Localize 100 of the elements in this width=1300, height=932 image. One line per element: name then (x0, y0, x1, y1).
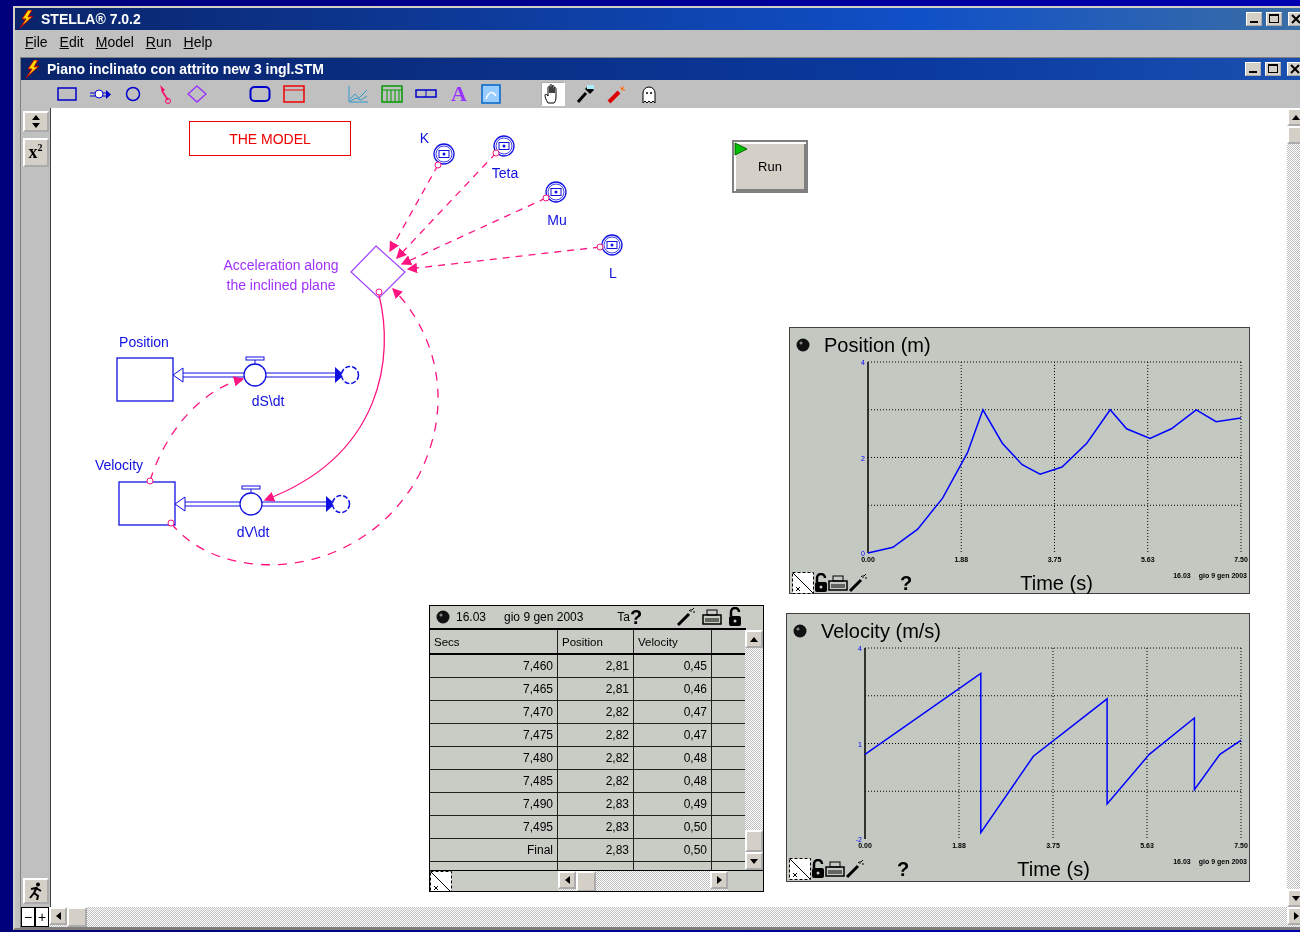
scroll-thumb[interactable] (67, 907, 87, 927)
up-arrow-icon (31, 115, 40, 120)
menu-item[interactable]: Run (139, 34, 178, 50)
connector-end-dot (375, 288, 383, 296)
document-title: Piano inclinato con attrito new 3 ingl.STM (47, 61, 324, 77)
table-cell: 2,81 (558, 678, 634, 700)
table-cell: 7,480 (430, 747, 558, 769)
scroll-up-button[interactable] (1287, 108, 1300, 126)
date-text: gio 9 gen 2003 (504, 610, 584, 624)
left-arrow-icon (55, 912, 61, 920)
math-button[interactable]: x$^{2}$ (22, 138, 49, 167)
run-mode-button[interactable] (22, 878, 49, 904)
scroll-right-button[interactable] (710, 871, 728, 889)
scroll-down-button[interactable] (745, 852, 763, 870)
brush-icon (575, 84, 595, 104)
table-cell: 2,83 (558, 793, 634, 815)
help-button[interactable]: ? (629, 606, 643, 629)
converter-label: L (609, 265, 617, 281)
close-button[interactable] (1288, 12, 1300, 26)
scroll-thumb[interactable] (745, 830, 763, 852)
table-cell: 0,45 (634, 655, 712, 677)
table-icon (381, 85, 403, 103)
scroll-thumb[interactable] (1287, 126, 1300, 144)
menu-item[interactable]: File (19, 34, 54, 50)
left-arrow-icon (564, 876, 570, 884)
scroll-up-button[interactable] (745, 630, 763, 648)
stock-box[interactable] (118, 481, 176, 526)
rounded-rectangle-icon (249, 85, 271, 103)
help-button[interactable]: ? (897, 857, 910, 881)
column-header: Velocity (634, 630, 712, 653)
maximize-icon (1269, 14, 1279, 24)
converter-node[interactable] (601, 234, 623, 256)
table-cell: 0,50 (634, 816, 712, 838)
right-arrow-icon (1293, 912, 1299, 920)
scroll-left-button[interactable] (558, 871, 576, 889)
table-title: Ta (617, 610, 630, 624)
flow-pipe-drawing[interactable] (174, 485, 335, 516)
table-cell: 0,50 (634, 839, 712, 861)
chart-title: Position (m) (824, 333, 931, 357)
up-arrow-icon (1292, 114, 1300, 120)
connector-end-dot (596, 243, 604, 251)
auxiliary-label: Acceleration along the inclined plane (223, 257, 339, 293)
maximize-button[interactable] (1266, 12, 1282, 26)
flow-pipe-drawing[interactable] (172, 356, 344, 387)
decision-tool-button[interactable] (185, 82, 209, 106)
app-title: STELLA® 7.0.2 (41, 11, 141, 27)
horizontal-scrollbar[interactable] (558, 871, 728, 891)
table-cell: 2,82 (558, 747, 634, 769)
vertical-scrollbar[interactable] (1287, 108, 1300, 907)
table-cell: Final (430, 839, 558, 861)
model-title: THE MODEL (189, 121, 351, 156)
picture-icon (481, 84, 501, 104)
run-button[interactable]: Run (732, 140, 808, 193)
printer-icon (825, 861, 845, 877)
converter-node[interactable] (433, 143, 455, 165)
slider-icon (415, 89, 437, 99)
diamond-icon (187, 85, 207, 103)
zoom-out-button[interactable]: − (21, 907, 35, 927)
table-cell: 7,465 (430, 678, 558, 700)
minimize-button[interactable] (1246, 12, 1262, 26)
scroll-right-button[interactable] (1287, 907, 1300, 925)
converter-label: Mu (547, 212, 567, 228)
horizontal-scrollbar[interactable] (49, 907, 1300, 927)
converter-node[interactable] (545, 181, 567, 203)
scroll-down-button[interactable] (1287, 889, 1300, 907)
table-cell: 7,490 (430, 793, 558, 815)
vertical-scrollbar[interactable] (745, 630, 763, 870)
table-cell: 2,83 (558, 816, 634, 838)
auxiliary-node[interactable] (350, 245, 406, 299)
globe-icon (796, 338, 810, 352)
menu-item[interactable]: Help (177, 34, 219, 50)
converter-label: K (419, 130, 429, 146)
close-button[interactable] (1287, 62, 1300, 76)
menu-item[interactable]: Model (89, 34, 140, 50)
menu-item[interactable]: Edit (53, 34, 90, 50)
table-cell: 7,485 (430, 770, 558, 792)
column-header: Position (558, 630, 634, 653)
table-cell: 2,83 (558, 839, 634, 861)
chart-title: Velocity (m/s) (821, 619, 942, 643)
stock-label: Velocity (94, 457, 144, 473)
scroll-arrows-button[interactable] (22, 111, 49, 132)
ghost-icon (639, 84, 659, 104)
minimize-button[interactable] (1245, 62, 1261, 76)
picture-tool-button[interactable] (479, 82, 503, 106)
down-arrow-icon (1292, 895, 1300, 901)
sector-tool-button[interactable] (281, 82, 307, 106)
help-button[interactable]: ? (900, 571, 913, 595)
stock-box[interactable] (116, 357, 174, 402)
magic-wand-icon (845, 859, 865, 879)
cloud-icon (331, 494, 351, 514)
scroll-left-button[interactable] (49, 907, 67, 925)
table-cell: 0,47 (634, 724, 712, 746)
zoom-in-button[interactable]: + (35, 907, 49, 927)
printer-icon (828, 575, 848, 591)
hand-tool-button[interactable] (541, 82, 565, 106)
scroll-thumb[interactable] (576, 871, 596, 891)
down-arrow-icon (750, 858, 758, 864)
maximize-button[interactable] (1265, 62, 1281, 76)
connector-end-dot (146, 477, 154, 485)
printer-icon (702, 609, 722, 625)
